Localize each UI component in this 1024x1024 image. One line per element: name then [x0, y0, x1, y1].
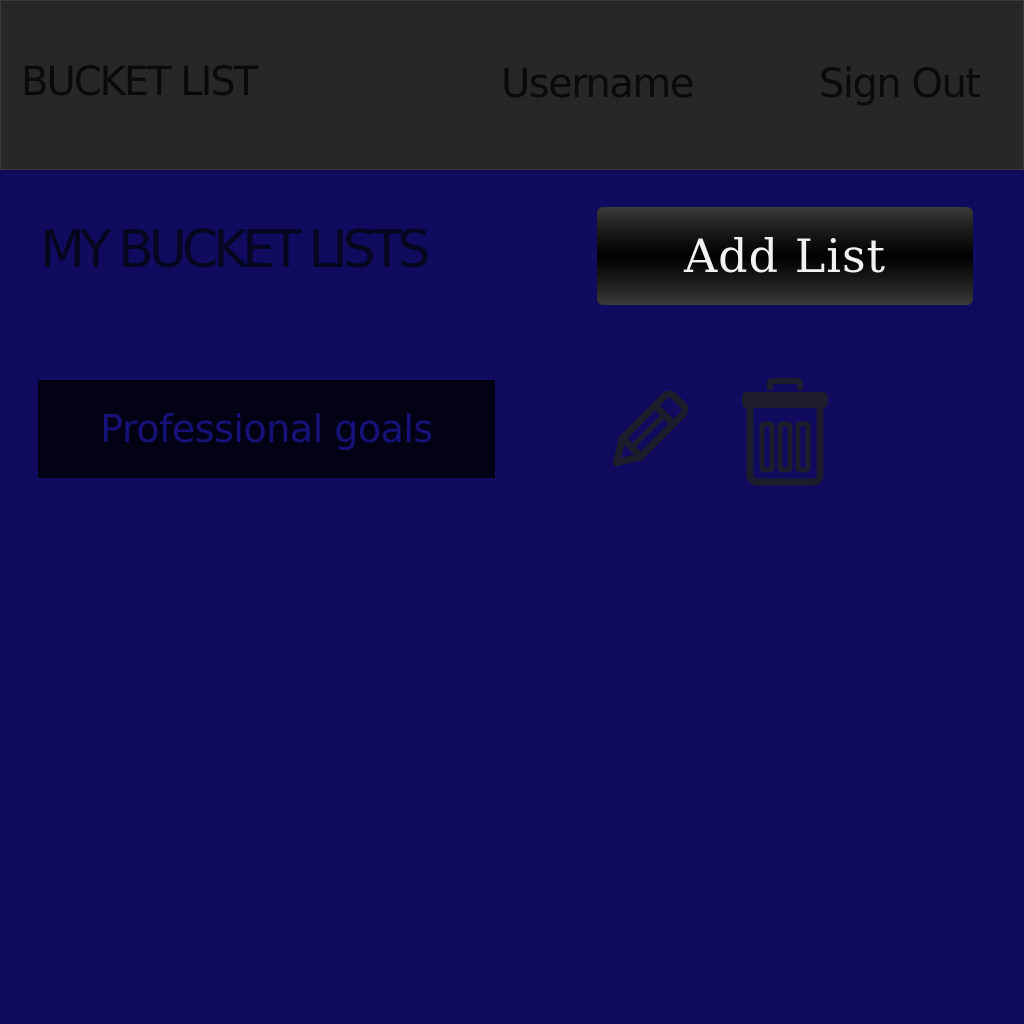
- page-title: MY BUCKET LISTS: [40, 220, 431, 280]
- add-list-button[interactable]: Add List: [597, 207, 973, 305]
- trash-icon-graphic: [742, 378, 828, 486]
- username-link[interactable]: Username: [501, 61, 694, 107]
- list-item-label: Professional goals: [100, 407, 433, 451]
- brand-logo-text[interactable]: BUCKET LIST: [21, 59, 258, 105]
- list-item[interactable]: Professional goals: [38, 380, 495, 478]
- sign-out-link[interactable]: Sign Out: [819, 61, 981, 107]
- top-navbar: BUCKET LIST Username Sign Out: [0, 0, 1024, 170]
- trash-icon[interactable]: [738, 378, 832, 486]
- pencil-icon[interactable]: [595, 378, 701, 484]
- pencil-icon-graphic: [612, 390, 689, 467]
